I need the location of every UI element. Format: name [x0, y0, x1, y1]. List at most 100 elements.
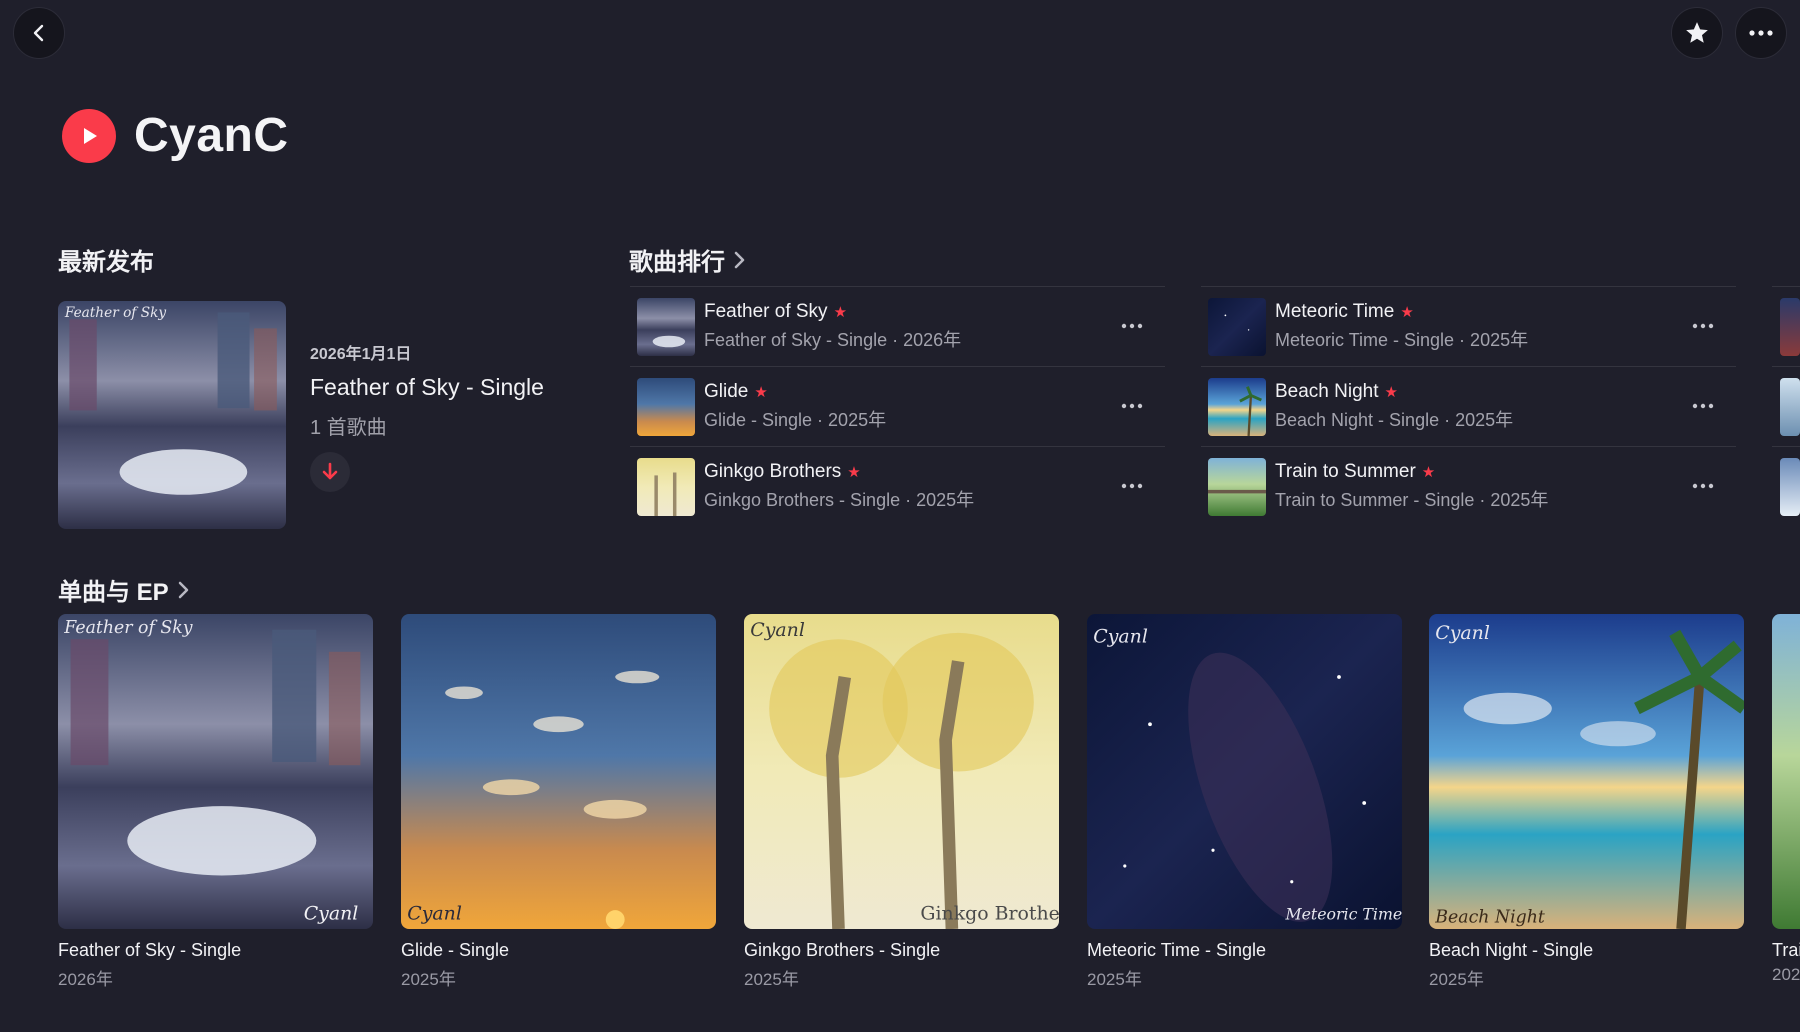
song-thumbnail	[1208, 297, 1266, 356]
song-row[interactable]: Meteoric Time ★ Meteoric Time - Single · …	[1201, 286, 1736, 366]
single-artwork[interactable]: Cyanl Beach Night	[1429, 614, 1744, 929]
single-title[interactable]: Meteoric Time - Single	[1087, 940, 1402, 961]
song-more-button[interactable]	[1117, 471, 1147, 501]
top-songs-column-2: Meteoric Time ★ Meteoric Time - Single · …	[1201, 286, 1736, 526]
more-icon	[1121, 483, 1143, 489]
song-thumbnail	[637, 377, 695, 436]
play-icon	[84, 127, 97, 144]
latest-release-date: 2026年1月1日	[310, 346, 412, 363]
art-title-text: Meteoric Time	[1284, 905, 1402, 924]
feather-of-sky-artwork: Feather of Sky	[58, 301, 286, 529]
single-artwork[interactable]: Cyanl Meteoric Time	[1087, 614, 1402, 929]
song-row[interactable]: Glide ★ Glide - Single · 2025年	[630, 366, 1165, 446]
train-to-summer-artwork	[1772, 614, 1800, 929]
single-year: 2025年	[1087, 970, 1142, 989]
song-more-button[interactable]	[1688, 311, 1718, 341]
single-title[interactable]: Feather of Sky - Single	[58, 940, 373, 961]
favorite-star-icon: ★	[833, 304, 848, 321]
art-title-text: Beach Night	[1434, 908, 1545, 928]
single-card[interactable]: Cyanl Glide - Single 2025年	[401, 614, 716, 990]
single-artwork[interactable]: Cyanl Ginkgo Brothers	[744, 614, 1059, 929]
top-songs-label: 歌曲排行	[629, 249, 725, 276]
favorite-star-icon: ★	[1384, 384, 1398, 401]
single-year: 2025年	[401, 970, 456, 989]
song-row[interactable]: Train to Summer ★ Train to Summer - Singl…	[1201, 446, 1736, 526]
single-year: 2025年	[1429, 970, 1484, 989]
singles-heading[interactable]: 单曲与 EP	[58, 572, 189, 607]
glide-artwork: Cyanl	[401, 614, 716, 929]
latest-release-label: 最新发布	[58, 249, 154, 276]
favorite-star-icon: ★	[754, 384, 768, 401]
ginkgo-brothers-artwork: Cyanl Ginkgo Brothers	[744, 614, 1059, 929]
song-title: Glide	[704, 381, 749, 402]
chevron-right-icon	[734, 251, 745, 268]
top-bar	[0, 0, 1800, 68]
song-subtitle: Glide - Single · 2025年	[704, 410, 887, 430]
feather-of-sky-artwork: Feather of Sky Cyanl	[58, 614, 373, 929]
back-icon	[33, 24, 44, 42]
single-card-peek[interactable]: Trai 202	[1772, 614, 1800, 985]
artist-header: CyanC	[62, 108, 289, 163]
song-subtitle: Feather of Sky - Single · 2026年	[704, 330, 962, 350]
song-title: Beach Night	[1275, 381, 1379, 402]
singles-label: 单曲与 EP	[58, 579, 169, 606]
song-row[interactable]: Ginkgo Brothers ★ Ginkgo Brothers - Singl…	[630, 446, 1165, 526]
single-artwork[interactable]: Cyanl	[401, 614, 716, 929]
beach-night-artwork: Cyanl Beach Night	[1429, 614, 1744, 929]
art-signature-text: Cyanl	[304, 903, 359, 925]
art-signature-text: Cyanl	[750, 619, 805, 641]
single-artwork[interactable]	[1772, 614, 1800, 929]
song-subtitle: Beach Night - Single · 2025年	[1275, 410, 1514, 430]
art-title-text: Feather of Sky	[63, 618, 192, 638]
more-icon	[1749, 30, 1773, 36]
song-row[interactable]: Beach Night ★ Beach Night - Single · 2025…	[1201, 366, 1736, 446]
single-title[interactable]: Ginkgo Brothers - Single	[744, 940, 1059, 961]
top-songs-heading[interactable]: 歌曲排行	[629, 242, 745, 277]
single-card[interactable]: Cyanl Ginkgo Brothers Ginkgo Brothers - …	[744, 614, 1059, 990]
top-songs-column-1: Feather of Sky ★ Feather of Sky - Single …	[630, 286, 1165, 526]
art-title-text: Feather of Sky	[64, 305, 167, 321]
download-button[interactable]	[310, 452, 350, 492]
back-button[interactable]	[13, 7, 65, 59]
song-thumbnail	[1208, 377, 1266, 436]
meteoric-time-artwork: Cyanl Meteoric Time	[1087, 614, 1402, 929]
latest-release-artwork[interactable]: Feather of Sky	[58, 301, 286, 529]
more-options-button[interactable]	[1735, 7, 1787, 59]
chevron-right-icon	[178, 581, 188, 598]
more-icon	[1692, 323, 1714, 329]
latest-release-title[interactable]: Feather of Sky - Single	[310, 374, 544, 401]
single-year: 2025年	[744, 970, 799, 989]
song-more-button[interactable]	[1117, 391, 1147, 421]
download-arrow-icon	[322, 462, 338, 480]
single-title[interactable]: Beach Night - Single	[1429, 940, 1744, 961]
song-title: Train to Summer	[1275, 461, 1416, 482]
song-row[interactable]: Feather of Sky ★ Feather of Sky - Single …	[630, 286, 1165, 366]
artist-name: CyanC	[134, 109, 289, 162]
song-subtitle: Ginkgo Brothers - Single · 2025年	[704, 490, 975, 510]
song-title: Ginkgo Brothers	[704, 461, 842, 482]
song-thumbnail	[1208, 457, 1266, 516]
song-more-button[interactable]	[1688, 471, 1718, 501]
single-card[interactable]: Cyanl Beach Night Beach Night - Single 2…	[1429, 614, 1744, 990]
song-subtitle: Train to Summer - Single · 2025年	[1275, 490, 1549, 510]
single-title[interactable]: Trai	[1772, 940, 1800, 961]
single-artwork[interactable]: Feather of Sky Cyanl	[58, 614, 373, 929]
favorite-star-icon: ★	[1400, 304, 1414, 321]
song-more-button[interactable]	[1688, 391, 1718, 421]
play-artist-button[interactable]	[62, 108, 116, 163]
single-title[interactable]: Glide - Single	[401, 940, 716, 961]
top-songs-column-3-peek	[1772, 286, 1800, 526]
star-icon	[1686, 22, 1708, 43]
single-year: 202	[1772, 965, 1800, 984]
song-thumbnail	[637, 457, 695, 516]
single-card[interactable]: Feather of Sky Cyanl Feather of Sky - Si…	[58, 614, 373, 990]
song-subtitle: Meteoric Time - Single · 2025年	[1275, 330, 1529, 350]
song-title: Feather of Sky	[704, 301, 828, 322]
song-more-button[interactable]	[1117, 311, 1147, 341]
single-card[interactable]: Cyanl Meteoric Time Meteoric Time - Sing…	[1087, 614, 1402, 990]
more-icon	[1692, 403, 1714, 409]
favorite-button[interactable]	[1671, 7, 1723, 59]
song-title: Meteoric Time	[1275, 301, 1395, 322]
more-icon	[1692, 483, 1714, 489]
art-signature-text: Cyanl	[1435, 622, 1490, 644]
